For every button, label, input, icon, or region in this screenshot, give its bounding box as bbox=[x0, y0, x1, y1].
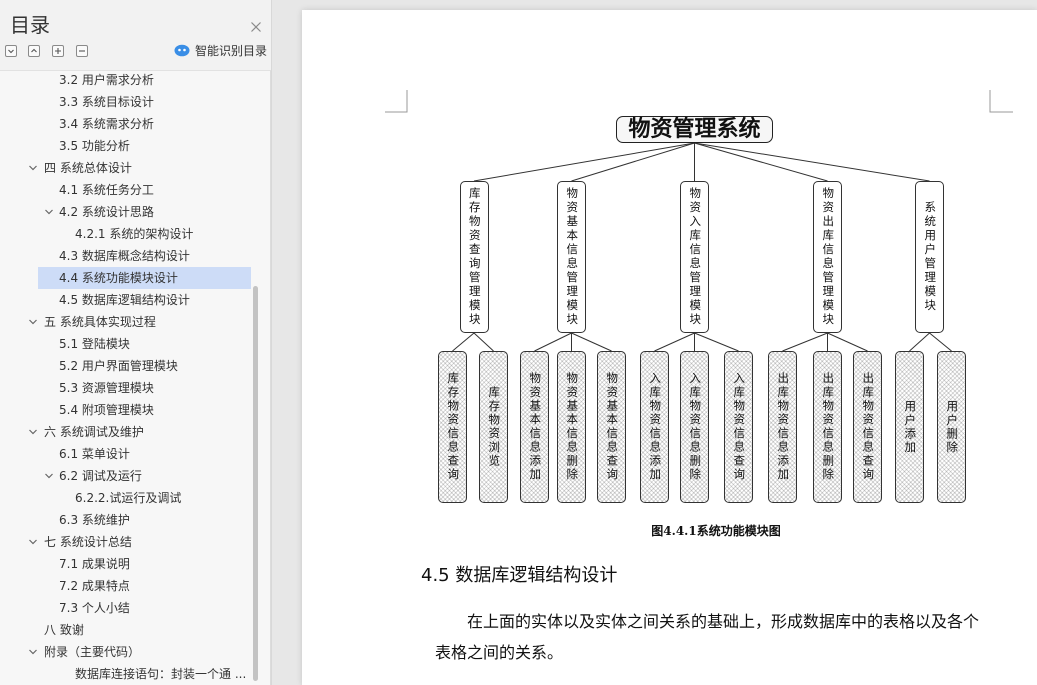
diagram-function-node: 库存物资浏览 bbox=[479, 351, 508, 503]
crop-mark-top-right bbox=[989, 90, 1013, 113]
diagram-function-node: 用户删除 bbox=[937, 351, 966, 503]
function-label: 物资基本信息添加 bbox=[528, 372, 543, 482]
connector-line bbox=[909, 332, 930, 352]
module-label: 物资出库信息管理模块 bbox=[821, 187, 836, 327]
function-label: 物资基本信息删除 bbox=[565, 372, 580, 482]
diagram-function-node: 用户添加 bbox=[895, 351, 924, 503]
function-label: 物资基本信息查询 bbox=[605, 372, 620, 482]
diagram-function-node: 出库物资信息删除 bbox=[813, 351, 842, 503]
crop-mark-top-left bbox=[385, 90, 408, 113]
module-label: 物资入库信息管理模块 bbox=[688, 187, 703, 327]
paragraph-line: 表格之间的关系。 bbox=[435, 643, 564, 662]
diagram-function-node: 物资基本信息查询 bbox=[597, 351, 626, 503]
figure-caption: 图4.4.1系统功能模块图 bbox=[651, 524, 781, 538]
diagram-function-node: 库存物资信息查询 bbox=[438, 351, 467, 503]
connector-line bbox=[827, 332, 868, 352]
body-paragraph: 在上面的实体以及实体之间关系的基础上，形成数据库中的表格以及各个 表格之间的关系… bbox=[435, 606, 995, 668]
diagram-module-node: 系统用户管理模块 bbox=[915, 181, 944, 333]
diagram-function-node: 出库物资信息查询 bbox=[853, 351, 882, 503]
function-label: 库存物资信息查询 bbox=[446, 372, 461, 482]
connector-line bbox=[654, 332, 695, 352]
diagram-module-node: 物资出库信息管理模块 bbox=[813, 181, 842, 333]
diagram-function-node: 出库物资信息添加 bbox=[768, 351, 797, 503]
connector-line bbox=[694, 332, 739, 352]
diagram-root-label: 物资管理系统 bbox=[628, 116, 761, 142]
connector-line bbox=[534, 332, 572, 352]
connector-line bbox=[694, 142, 930, 182]
section-heading: 4.5 数据库逻辑结构设计 bbox=[421, 565, 618, 586]
function-label: 入库物资信息查询 bbox=[732, 372, 747, 482]
function-label: 用户删除 bbox=[945, 399, 960, 455]
function-label: 出库物资信息查询 bbox=[861, 372, 876, 482]
diagram-function-node: 物资基本信息删除 bbox=[557, 351, 586, 503]
function-label: 用户添加 bbox=[903, 399, 918, 455]
module-label: 物资基本信息管理模块 bbox=[565, 187, 580, 327]
connector-line bbox=[782, 332, 828, 352]
function-label: 出库物资信息删除 bbox=[821, 372, 836, 482]
diagram-function-node: 物资基本信息添加 bbox=[520, 351, 549, 503]
diagram-function-node: 入库物资信息查询 bbox=[724, 351, 753, 503]
function-label: 出库物资信息添加 bbox=[776, 372, 791, 482]
module-label: 库存物资查询管理模块 bbox=[467, 187, 482, 327]
function-label: 库存物资浏览 bbox=[487, 385, 502, 469]
diagram-function-node: 入库物资信息删除 bbox=[680, 351, 709, 503]
connector-line bbox=[929, 332, 952, 352]
module-label: 系统用户管理模块 bbox=[923, 201, 938, 313]
diagram-module-node: 库存物资查询管理模块 bbox=[459, 181, 489, 333]
diagram-function-node: 入库物资信息添加 bbox=[640, 351, 669, 503]
function-label: 入库物资信息添加 bbox=[648, 372, 663, 482]
connector-line bbox=[452, 332, 475, 352]
connector-line bbox=[571, 332, 612, 352]
connector-line bbox=[694, 142, 828, 182]
connector-line bbox=[473, 142, 695, 182]
diagram-root-node: 物资管理系统 bbox=[616, 116, 773, 143]
diagram-module-node: 物资基本信息管理模块 bbox=[557, 181, 586, 333]
function-label: 入库物资信息删除 bbox=[688, 372, 703, 482]
diagram-module-node: 物资入库信息管理模块 bbox=[680, 181, 709, 333]
paragraph-line: 在上面的实体以及实体之间关系的基础上，形成数据库中的表格以及各个 bbox=[467, 612, 980, 631]
connector-line bbox=[571, 142, 695, 182]
connector-line bbox=[473, 332, 494, 352]
